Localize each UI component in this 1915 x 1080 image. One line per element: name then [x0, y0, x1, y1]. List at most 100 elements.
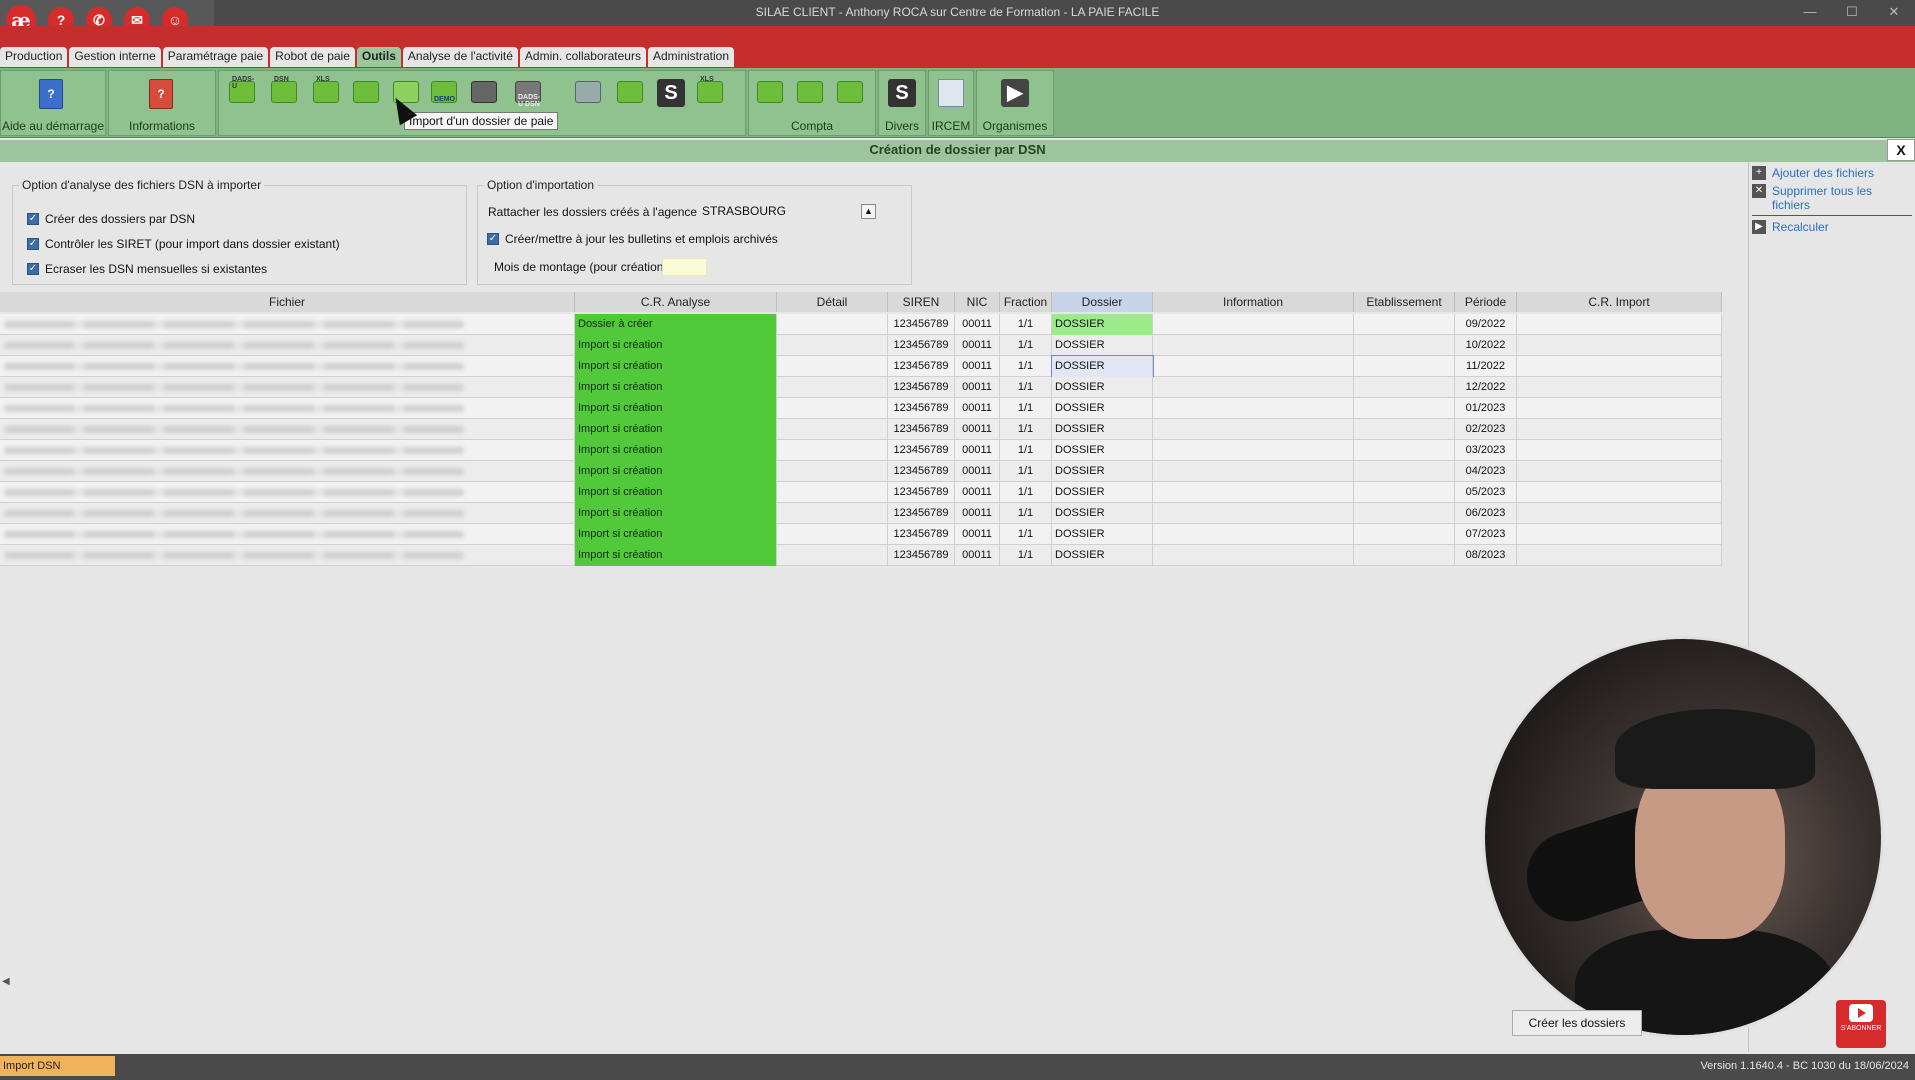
ribbon-group-informations[interactable]: ? Informations [108, 70, 216, 136]
cell-detail[interactable] [777, 461, 888, 482]
col-fichier[interactable]: Fichier [0, 292, 575, 312]
col-nic[interactable]: NIC [955, 292, 1000, 312]
cell-dossier[interactable]: DOSSIER [1052, 398, 1153, 419]
cell-siren[interactable]: 123456789 [888, 356, 955, 377]
dadsu-dsn-tool-icon[interactable]: DADS-U DSN [515, 81, 541, 108]
cell-etab[interactable] [1354, 524, 1455, 545]
cell-detail[interactable] [777, 440, 888, 461]
cell-info[interactable] [1153, 440, 1354, 461]
cell-etab[interactable] [1354, 545, 1455, 566]
cell-cr[interactable]: Dossier à créer [575, 314, 777, 335]
table-row[interactable]: Import si création 123456789 00011 1/1 DOSSI… [0, 545, 1722, 566]
month-input[interactable] [662, 258, 707, 276]
cell-file[interactable] [0, 524, 575, 545]
cell-cr[interactable]: Import si création [575, 377, 777, 398]
cell-cr[interactable]: Import si création [575, 335, 777, 356]
cell-siren[interactable]: 123456789 [888, 377, 955, 398]
tab-robot-de-paie[interactable]: Robot de paie [270, 47, 355, 67]
table-row[interactable]: Import si création 123456789 00011 1/1 DOSSI… [0, 355, 1722, 378]
tab-production[interactable]: Production [0, 47, 68, 67]
checkbox-ecraser-dsn[interactable]: ✓ Ecraser les DSN mensuelles si existant… [27, 262, 267, 276]
cell-nic[interactable]: 00011 [955, 335, 1000, 356]
cell-detail[interactable] [777, 419, 888, 440]
cell-periode[interactable]: 09/2022 [1455, 314, 1517, 335]
cell-periode[interactable]: 08/2023 [1455, 545, 1517, 566]
cell-nic[interactable]: 00011 [955, 482, 1000, 503]
cell-info[interactable] [1153, 461, 1354, 482]
table-row[interactable]: Import si création 123456789 00011 1/1 DOSSI… [0, 440, 1722, 461]
cell-nic[interactable]: 00011 [955, 503, 1000, 524]
cell-detail[interactable] [777, 335, 888, 356]
close-panel-button[interactable]: X [1887, 139, 1915, 161]
cell-etab[interactable] [1354, 503, 1455, 524]
cell-etab[interactable] [1354, 398, 1455, 419]
cell-detail[interactable] [777, 398, 888, 419]
cell-detail[interactable] [777, 377, 888, 398]
cell-etab[interactable] [1354, 482, 1455, 503]
cell-detail[interactable] [777, 503, 888, 524]
cell-file[interactable] [0, 503, 575, 524]
col-periode[interactable]: Période [1455, 292, 1517, 312]
scroll-left-arrow-icon[interactable]: ◀ [2, 976, 10, 987]
cell-siren[interactable]: 123456789 [888, 314, 955, 335]
checkbox-creer-dossiers[interactable]: ✓ Créer des dossiers par DSN [27, 212, 195, 226]
cell-crimport[interactable] [1517, 482, 1722, 503]
cell-crimport[interactable] [1517, 377, 1722, 398]
table-row[interactable]: Import si création 123456789 00011 1/1 DOSSI… [0, 524, 1722, 545]
col-siren[interactable]: SIREN [888, 292, 955, 312]
cell-nic[interactable]: 00011 [955, 440, 1000, 461]
cell-siren[interactable]: 123456789 [888, 398, 955, 419]
import-dsn-icon[interactable]: DSN [271, 76, 297, 103]
subscribe-badge[interactable]: S'ABONNER [1836, 1000, 1886, 1048]
table-row[interactable]: Dossier à créer 123456789 00011 1/1 DOSSIER 0… [0, 314, 1722, 335]
cell-info[interactable] [1153, 482, 1354, 503]
cell-file[interactable] [0, 356, 575, 377]
tab-administration[interactable]: Administration [647, 47, 735, 67]
cell-crimport[interactable] [1517, 503, 1722, 524]
cell-fraction[interactable]: 1/1 [1000, 545, 1052, 566]
cell-cr[interactable]: Import si création [575, 398, 777, 419]
cell-file[interactable] [0, 440, 575, 461]
cell-dossier[interactable]: DOSSIER [1052, 524, 1153, 545]
close-window-button[interactable]: ✕ [1873, 0, 1915, 26]
tab-gestion-interne[interactable]: Gestion interne [69, 47, 161, 67]
minimize-button[interactable]: — [1789, 0, 1831, 26]
cell-info[interactable] [1153, 419, 1354, 440]
cell-etab[interactable] [1354, 461, 1455, 482]
export-icon[interactable] [353, 81, 379, 103]
cell-detail[interactable] [777, 356, 888, 377]
agency-select[interactable]: STRASBOURG [700, 202, 876, 220]
cell-info[interactable] [1153, 398, 1354, 419]
cell-siren[interactable]: 123456789 [888, 419, 955, 440]
chevron-up-icon[interactable]: ▲ [861, 204, 876, 219]
cell-file[interactable] [0, 335, 575, 356]
import-demo-icon[interactable]: DEMO [431, 81, 457, 103]
cell-dossier[interactable]: DOSSIER [1052, 377, 1153, 398]
checkbox-archives[interactable]: ✓ Créer/mettre à jour les bulletins et e… [487, 232, 778, 246]
recalc-link[interactable]: ▶ Recalculer [1752, 220, 1829, 234]
cell-periode[interactable]: 06/2023 [1455, 503, 1517, 524]
tab-analyse-activite[interactable]: Analyse de l'activité [402, 47, 518, 67]
maximize-button[interactable]: ☐ [1831, 0, 1873, 26]
cell-dossier[interactable]: DOSSIER [1052, 335, 1153, 356]
compta-export-icon[interactable] [797, 81, 823, 103]
cell-cr[interactable]: Import si création [575, 419, 777, 440]
compta-transfer-icon[interactable] [837, 81, 863, 103]
cell-detail[interactable] [777, 524, 888, 545]
table-row[interactable]: Import si création 123456789 00011 1/1 DOSSI… [0, 335, 1722, 356]
import-dadsu-icon[interactable]: DADS-U [229, 76, 255, 103]
cell-periode[interactable]: 12/2022 [1455, 377, 1517, 398]
cell-cr[interactable]: Import si création [575, 440, 777, 461]
cell-siren[interactable]: 123456789 [888, 335, 955, 356]
cell-dossier[interactable]: DOSSIER [1052, 314, 1153, 335]
cell-dossier[interactable]: DOSSIER [1052, 503, 1153, 524]
cell-nic[interactable]: 00011 [955, 377, 1000, 398]
col-cr-analyse[interactable]: C.R. Analyse [575, 292, 777, 312]
cell-file[interactable] [0, 545, 575, 566]
cell-info[interactable] [1153, 524, 1354, 545]
cell-fraction[interactable]: 1/1 [1000, 377, 1052, 398]
cell-etab[interactable] [1354, 356, 1455, 377]
cell-crimport[interactable] [1517, 461, 1722, 482]
cell-periode[interactable]: 10/2022 [1455, 335, 1517, 356]
checkbox-icon[interactable]: ✓ [27, 263, 39, 275]
